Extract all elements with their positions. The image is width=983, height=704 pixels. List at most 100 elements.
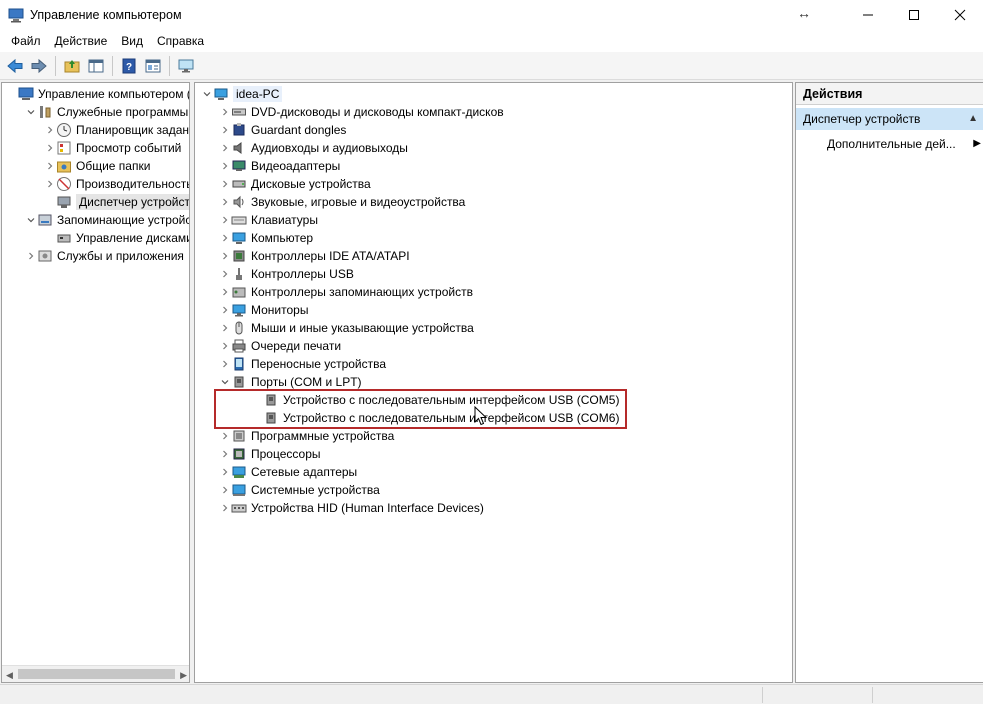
mouse-icon <box>231 320 247 336</box>
hid-icon <box>231 500 247 516</box>
chevron-right-icon[interactable] <box>219 196 231 208</box>
device-category[interactable]: Аудиовходы и аудиовыходы <box>219 139 408 157</box>
device-tree-root-label: idea-PC <box>233 86 283 102</box>
chevron-right-icon[interactable] <box>219 124 231 136</box>
actions-more-item[interactable]: Дополнительные дей... ▶ <box>827 134 981 154</box>
menu-help[interactable]: Справка <box>150 30 211 52</box>
chevron-right-icon[interactable] <box>219 322 231 334</box>
chevron-right-icon[interactable] <box>219 502 231 514</box>
menu-action[interactable]: Действие <box>48 30 115 52</box>
chevron-right-icon[interactable] <box>219 466 231 478</box>
tools-icon <box>37 104 53 120</box>
chevron-right-icon[interactable] <box>219 268 231 280</box>
console-tree-item[interactable]: Диспетчер устройств <box>44 193 189 211</box>
device-category[interactable]: Звуковые, игровые и видеоустройства <box>219 193 465 211</box>
device-category[interactable]: Видеоадаптеры <box>219 157 340 175</box>
device-category[interactable]: Контроллеры USB <box>219 265 354 283</box>
device-category[interactable]: Программные устройства <box>219 427 394 445</box>
device-category[interactable]: Сетевые адаптеры <box>219 463 357 481</box>
device-category[interactable]: Guardant dongles <box>219 121 346 139</box>
console-tree-item[interactable]: Управление дисками <box>44 229 190 247</box>
console-tree-item[interactable]: Просмотр событий <box>44 139 181 157</box>
port-icon <box>231 374 247 390</box>
device-category[interactable]: Устройства HID (Human Interface Devices) <box>219 499 484 517</box>
device-category[interactable]: Контроллеры запоминающих устройств <box>219 283 473 301</box>
up-level-button[interactable] <box>60 55 83 77</box>
toolbar: ? <box>0 52 983 80</box>
portable-device-icon <box>231 356 247 372</box>
scrollbar-thumb[interactable] <box>18 669 175 679</box>
device-category[interactable]: Процессоры <box>219 445 321 463</box>
chevron-right-icon[interactable] <box>219 484 231 496</box>
chevron-right-icon[interactable] <box>219 142 231 154</box>
device-category-label: Сетевые адаптеры <box>251 465 358 479</box>
scroll-left-icon[interactable]: ◀ <box>6 670 13 681</box>
device-category[interactable]: Переносные устройства <box>219 355 386 373</box>
device-category[interactable]: DVD-дисководы и дисководы компакт-дисков <box>219 103 504 121</box>
console-tree-item[interactable]: Службы и приложения <box>25 247 184 265</box>
scroll-right-icon[interactable]: ▶ <box>180 670 187 681</box>
collapse-up-icon[interactable]: ▲ <box>968 108 978 130</box>
chevron-right-icon[interactable] <box>219 286 231 298</box>
device-category[interactable]: Контроллеры IDE ATA/ATAPI <box>219 247 410 265</box>
help-button[interactable]: ? <box>117 55 140 77</box>
chevron-right-icon[interactable] <box>219 358 231 370</box>
device-category-label: Процессоры <box>251 447 321 461</box>
device-category[interactable]: Мониторы <box>219 301 308 319</box>
console-tree-item[interactable]: Запоминающие устройст <box>25 211 189 229</box>
horizontal-scrollbar[interactable]: ◀ ▶ <box>2 665 189 682</box>
chevron-right-icon[interactable] <box>219 160 231 172</box>
chevron-right-icon[interactable] <box>44 178 56 190</box>
chevron-right-icon[interactable] <box>219 448 231 460</box>
console-tree-item[interactable]: Планировщик заданий <box>44 121 189 139</box>
device-category-label: Мыши и иные указывающие устройства <box>251 321 474 335</box>
console-tree-item[interactable]: Производительность <box>44 175 189 193</box>
close-icon <box>954 9 966 21</box>
chevron-down-icon[interactable] <box>201 88 213 100</box>
chevron-right-icon[interactable] <box>219 232 231 244</box>
menu-view[interactable]: Вид <box>114 30 150 52</box>
console-tree-item[interactable]: Управление компьютером (л <box>6 85 189 103</box>
chevron-right-icon[interactable] <box>25 250 37 262</box>
chevron-right-icon[interactable] <box>219 250 231 262</box>
chevron-down-icon[interactable] <box>25 214 37 226</box>
close-button[interactable] <box>937 0 983 30</box>
chevron-down-icon[interactable] <box>219 376 231 388</box>
chevron-right-icon[interactable] <box>44 160 56 172</box>
device-category[interactable]: Клавиатуры <box>219 211 318 229</box>
chevron-right-icon[interactable] <box>219 304 231 316</box>
monitor-button[interactable] <box>174 55 197 77</box>
software-device-icon <box>231 428 247 444</box>
device-category[interactable]: Компьютер <box>219 229 313 247</box>
device-category[interactable]: Дисковые устройства <box>219 175 371 193</box>
console-tree-item[interactable]: Служебные программы <box>25 103 188 121</box>
console-tree-item-label: Управление дисками <box>76 231 190 245</box>
svg-text:?: ? <box>125 62 131 73</box>
actions-section-device-manager[interactable]: Диспетчер устройств ▲ <box>796 108 983 130</box>
device-category[interactable]: Системные устройства <box>219 481 380 499</box>
menu-file[interactable]: Файл <box>4 30 48 52</box>
chevron-right-icon[interactable] <box>219 340 231 352</box>
forward-button[interactable] <box>27 55 50 77</box>
show-hide-tree-button[interactable] <box>84 55 107 77</box>
chevron-right-icon[interactable] <box>44 124 56 136</box>
toolbar-separator <box>169 55 170 76</box>
chevron-right-icon[interactable] <box>219 430 231 442</box>
device-category[interactable]: Мыши и иные указывающие устройства <box>219 319 474 337</box>
chevron-right-icon[interactable] <box>219 178 231 190</box>
console-tree-item[interactable]: Общие папки <box>44 157 150 175</box>
chevron-right-icon[interactable] <box>219 214 231 226</box>
monitor-icon <box>178 59 193 72</box>
properties-button[interactable] <box>141 55 164 77</box>
maximize-button[interactable] <box>891 0 937 30</box>
chevron-right-icon[interactable] <box>44 142 56 154</box>
chevron-down-icon[interactable] <box>25 106 37 118</box>
device-tree-root[interactable]: idea-PC <box>201 85 283 103</box>
chevron-right-icon[interactable] <box>219 106 231 118</box>
back-button[interactable] <box>3 55 26 77</box>
device-category-label: DVD-дисководы и дисководы компакт-дисков <box>251 105 504 119</box>
minimize-button[interactable] <box>845 0 891 30</box>
device-category[interactable]: Очереди печати <box>219 337 341 355</box>
device-category-label: Звуковые, игровые и видеоустройства <box>251 195 466 209</box>
